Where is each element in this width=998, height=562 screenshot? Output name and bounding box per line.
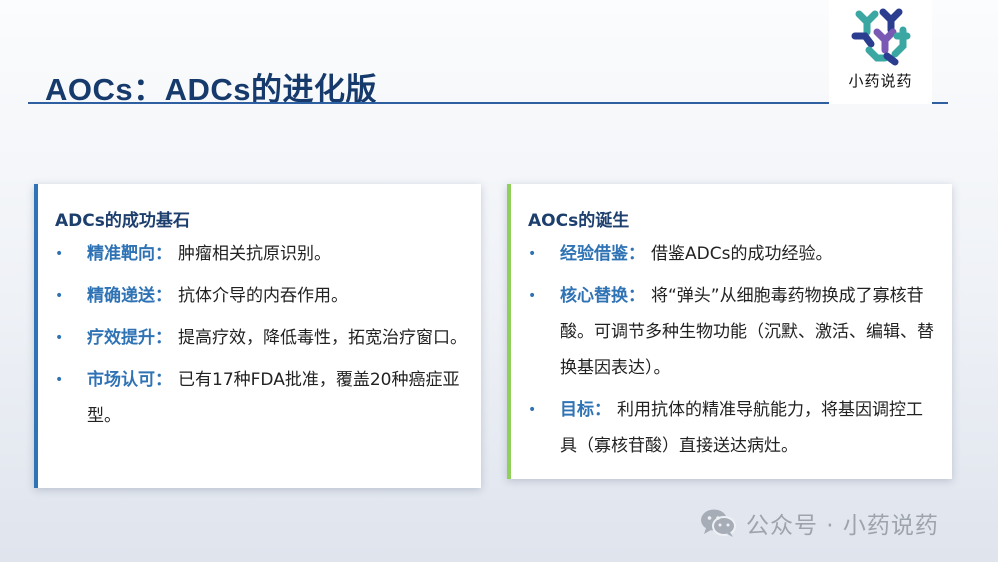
bullet-list: • 精准靶向： 肿瘤相关抗原识别。 • 精确递送： 抗体介导的内吞作用。 • 疗效提… xyxy=(55,236,467,440)
item-text: 利用抗体的精准导航能力，将基因调控工具（寡核苷酸）直接送达病灶。 xyxy=(560,400,923,456)
bullet-icon: • xyxy=(55,330,64,346)
wechat-icon xyxy=(701,509,736,537)
item-text: 肿瘤相关抗原识别。 xyxy=(178,244,331,264)
bullet-icon: • xyxy=(528,402,537,418)
list-item: • 目标： 利用抗体的精准导航能力，将基因调控工具（寡核苷酸）直接送达病灶。 xyxy=(528,392,938,464)
bullet-icon: • xyxy=(528,288,537,304)
bullet-list: • 经验借鉴： 借鉴ADCs的成功经验。 • 核心替换： 将“弹头”从细胞毒药物换成… xyxy=(528,236,938,470)
item-key: 目标： xyxy=(560,400,611,420)
item-key: 疗效提升： xyxy=(87,328,172,348)
item-text: 借鉴ADCs的成功经验。 xyxy=(651,244,833,264)
item-key: 市场认可： xyxy=(87,370,172,390)
item-key: 经验借鉴： xyxy=(560,244,645,264)
card-title: ADCs的成功基石 xyxy=(55,211,190,231)
watermark-text: 公众号 · 小药说药 xyxy=(746,513,939,539)
list-item: • 精确递送： 抗体介导的内吞作用。 xyxy=(55,278,467,314)
list-item: • 疗效提升： 提高疗效，降低毒性，拓宽治疗窗口。 xyxy=(55,320,467,356)
bullet-icon: • xyxy=(528,246,537,262)
title-underline xyxy=(28,102,948,104)
item-text: 提高疗效，降低毒性，拓宽治疗窗口。 xyxy=(178,328,467,348)
brand-logo: 小药说药 xyxy=(829,0,932,104)
item-text: 抗体介导的内吞作用。 xyxy=(178,286,348,306)
item-key: 核心替换： xyxy=(560,286,645,306)
item-key: 精准靶向： xyxy=(87,244,172,264)
aoc-birth-card: AOCs的诞生 • 经验借鉴： 借鉴ADCs的成功经验。 • 核心替换： 将“弹头”… xyxy=(507,184,952,479)
list-item: • 精准靶向： 肿瘤相关抗原识别。 xyxy=(55,236,467,272)
item-key: 精确递送： xyxy=(87,286,172,306)
molecule-logo-icon xyxy=(851,8,911,66)
logo-text: 小药说药 xyxy=(848,72,913,90)
wechat-watermark: 公众号 · 小药说药 xyxy=(700,506,939,540)
card-title: AOCs的诞生 xyxy=(528,211,630,231)
bullet-icon: • xyxy=(55,288,64,304)
list-item: • 经验借鉴： 借鉴ADCs的成功经验。 xyxy=(528,236,938,272)
list-item: • 市场认可： 已有17种FDA批准，覆盖20种癌症亚型。 xyxy=(55,362,467,434)
bullet-icon: • xyxy=(55,246,64,262)
adc-foundation-card: ADCs的成功基石 • 精准靶向： 肿瘤相关抗原识别。 • 精确递送： 抗体介导的内… xyxy=(34,184,481,488)
bullet-icon: • xyxy=(55,372,64,388)
list-item: • 核心替换： 将“弹头”从细胞毒药物换成了寡核苷酸。可调节多种生物功能（沉默、激… xyxy=(528,278,938,386)
